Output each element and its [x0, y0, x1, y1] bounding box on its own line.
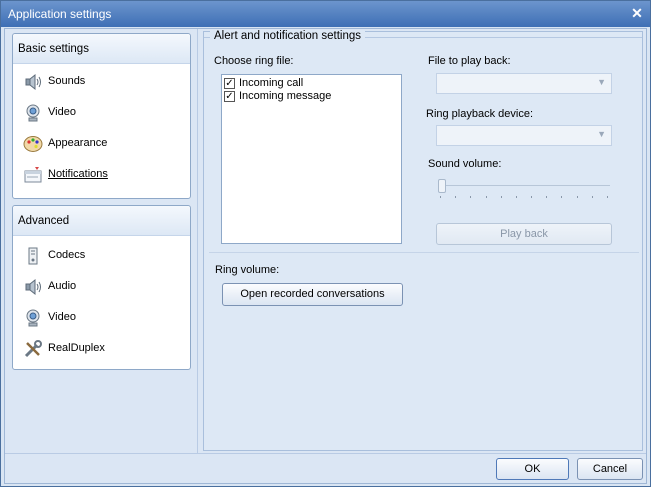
dialog-footer: OK Cancel [5, 453, 646, 483]
notification-icon [24, 167, 42, 183]
nav-group-heading: Basic settings [13, 34, 190, 64]
close-icon[interactable]: ✕ [629, 4, 645, 22]
title-bar[interactable]: Application settings ✕ [1, 1, 650, 27]
ring-file-list[interactable]: ✓ Incoming call ✓ Incoming message [221, 74, 402, 244]
sound-volume-ticks [440, 196, 608, 199]
palette-icon [23, 136, 43, 152]
ring-device-select[interactable]: ▼ [436, 125, 612, 146]
speaker-icon [25, 73, 41, 91]
list-item-label: Incoming call [239, 77, 304, 89]
codec-icon [28, 247, 38, 265]
nav-item-label: RealDuplex [48, 342, 105, 354]
nav-item-codecs[interactable]: Codecs [13, 240, 190, 271]
list-item[interactable]: ✓ Incoming call [224, 77, 399, 90]
nav-item-realduplex[interactable]: RealDuplex [13, 333, 190, 364]
nav-item-appearance[interactable]: Appearance [13, 128, 190, 159]
ring-device-label: Ring playback device: [426, 108, 534, 120]
sound-volume-label: Sound volume: [428, 158, 502, 170]
list-item-label: Incoming message [239, 90, 332, 102]
divider [209, 252, 639, 253]
nav-group-heading: Advanced [13, 206, 190, 236]
chevron-down-icon: ▼ [597, 129, 606, 139]
speaker-icon [25, 278, 41, 296]
nav-item-label: Sounds [48, 75, 86, 87]
tools-icon [24, 340, 42, 358]
nav-item-label: Codecs [48, 249, 86, 261]
nav-item-label: Audio [48, 280, 77, 292]
nav-group-advanced: Advanced Codecs Audio Video RealDuplex [12, 205, 191, 370]
nav-item-label: Video [48, 106, 76, 118]
client-area: Basic settings Sounds Video Appearance N… [4, 28, 647, 484]
webcam-icon [26, 309, 40, 327]
nav-item-label: Video [48, 311, 76, 323]
ok-button[interactable]: OK [496, 458, 569, 480]
play-back-button[interactable]: Play back [436, 223, 612, 245]
window-title: Application settings [8, 7, 112, 21]
nav-item-label: Appearance [48, 137, 108, 149]
file-to-play-select[interactable]: ▼ [436, 73, 612, 94]
panel-title: Alert and notification settings [210, 30, 366, 42]
checkbox-incoming-message[interactable]: ✓ [224, 91, 235, 102]
ring-volume-label: Ring volume: [215, 264, 280, 276]
nav-item-label: Notifications [48, 168, 108, 180]
chevron-down-icon: ▼ [597, 77, 606, 87]
cancel-button[interactable]: Cancel [577, 458, 643, 480]
sound-volume-track[interactable] [438, 185, 610, 188]
nav-item-notifications[interactable]: Notifications [13, 159, 190, 190]
nav-item-video-advanced[interactable]: Video [13, 302, 190, 333]
sound-volume-thumb[interactable] [438, 179, 446, 193]
nav-group-basic: Basic settings Sounds Video Appearance N… [12, 33, 191, 199]
checkbox-incoming-call[interactable]: ✓ [224, 78, 235, 89]
settings-nav: Basic settings Sounds Video Appearance N… [5, 29, 198, 453]
nav-item-video[interactable]: Video [13, 97, 190, 128]
nav-item-sounds[interactable]: Sounds [13, 66, 190, 97]
settings-window: Application settings ✕ Basic settings So… [0, 0, 651, 487]
open-recorded-button[interactable]: Open recorded conversations [222, 283, 403, 306]
webcam-icon [26, 104, 40, 122]
choose-ring-label: Choose ring file: [214, 55, 294, 67]
list-item[interactable]: ✓ Incoming message [224, 90, 399, 103]
nav-item-audio[interactable]: Audio [13, 271, 190, 302]
file-to-play-label: File to play back: [428, 55, 511, 67]
notification-settings-panel: Alert and notification settings Choose r… [203, 30, 643, 451]
